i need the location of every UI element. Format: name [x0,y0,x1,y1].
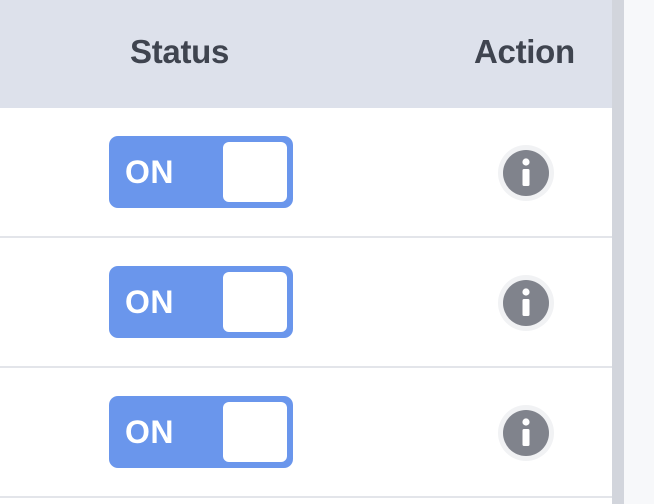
rules-table: Status Action ON ON ON [0,0,612,504]
info-icon [503,280,549,326]
toggle-knob [223,272,287,332]
status-column-header: Status [130,33,230,70]
info-icon [503,150,549,196]
status-toggle[interactable]: ON [109,396,293,468]
status-toggle[interactable]: ON [109,266,293,338]
info-button[interactable] [498,405,554,461]
info-button[interactable] [498,145,554,201]
toggle-knob [223,402,287,462]
table-header: Status Action [0,0,612,108]
toggle-label: ON [125,154,174,190]
toggle-label: ON [125,414,174,450]
info-button[interactable] [498,275,554,331]
table-row: ON [0,368,612,498]
table-row: ON [0,108,612,238]
row-divider [0,496,612,498]
scrollbar-track [612,0,624,504]
table-row: ON [0,238,612,368]
page: Status Action ON ON ON [0,0,654,504]
toggle-knob [223,142,287,202]
status-toggle[interactable]: ON [109,136,293,208]
info-icon [503,410,549,456]
vertical-scrollbar[interactable] [612,0,654,504]
toggle-label: ON [125,284,174,320]
action-column-header: Action [474,33,575,70]
